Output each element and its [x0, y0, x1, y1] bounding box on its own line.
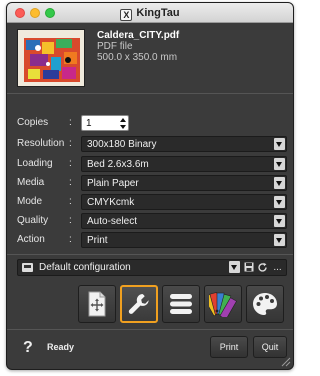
- palette-button[interactable]: [246, 285, 284, 323]
- divider: [7, 329, 293, 330]
- dropdown-arrow-icon[interactable]: [274, 138, 285, 150]
- media-value: Plain Paper: [87, 178, 139, 189]
- quality-select[interactable]: Auto-select: [81, 213, 287, 229]
- copies-stepper[interactable]: 1: [81, 115, 129, 131]
- resolution-row: Resolution : 300x180 Binary: [17, 136, 287, 153]
- app-window: X KingTau Caldera_CITY.pdf PDF file 500.…: [6, 2, 294, 370]
- loading-value: Bed 2.6x3.6m: [87, 159, 149, 170]
- loading-row: Loading : Bed 2.6x3.6m: [17, 156, 287, 173]
- resize-grip-icon[interactable]: [279, 355, 291, 367]
- media-colon: :: [69, 177, 72, 188]
- file-thumbnail: [17, 29, 85, 87]
- media-row: Media : Plain Paper: [17, 175, 287, 192]
- crop-move-button[interactable]: [78, 285, 116, 323]
- action-colon: :: [69, 234, 72, 245]
- copies-colon: :: [69, 117, 72, 128]
- list-icon: [170, 294, 192, 314]
- divider: [7, 93, 293, 94]
- crop-move-icon: [88, 291, 106, 317]
- mode-colon: :: [69, 196, 72, 207]
- configuration-value: Default configuration: [39, 262, 131, 273]
- dropdown-arrow-icon[interactable]: [274, 215, 285, 227]
- file-name: Caldera_CITY.pdf: [97, 30, 180, 41]
- palette-icon: [253, 293, 277, 315]
- loading-label: Loading: [17, 158, 53, 169]
- swatches-button[interactable]: [204, 285, 242, 323]
- media-label: Media: [17, 177, 45, 188]
- print-button[interactable]: Print: [210, 336, 248, 358]
- dropdown-arrow-icon[interactable]: [274, 177, 285, 189]
- stepper-down-icon[interactable]: [120, 125, 126, 129]
- more-options-button[interactable]: ...: [272, 262, 283, 273]
- title-bar: X KingTau: [7, 3, 293, 23]
- help-button[interactable]: ?: [23, 339, 33, 357]
- mode-label: Mode: [17, 196, 43, 207]
- dropdown-arrow-icon[interactable]: [274, 158, 285, 170]
- resolution-select[interactable]: 300x180 Binary: [81, 136, 287, 152]
- list-button[interactable]: [162, 285, 200, 323]
- file-type: PDF file: [97, 41, 133, 52]
- resolution-label: Resolution: [17, 138, 65, 149]
- stepper-up-icon[interactable]: [120, 118, 126, 122]
- copies-value: 1: [86, 118, 92, 129]
- printer-config-icon: [22, 263, 33, 272]
- dropdown-arrow-icon[interactable]: [274, 196, 285, 208]
- mode-row: Mode : CMYKcmk: [17, 194, 287, 211]
- quality-colon: :: [69, 215, 72, 226]
- media-select[interactable]: Plain Paper: [81, 175, 287, 191]
- action-row: Action : Print: [17, 232, 287, 249]
- file-meta: Caldera_CITY.pdf PDF file 500.0 x 350.0 …: [97, 30, 179, 63]
- loading-select[interactable]: Bed 2.6x3.6m: [81, 156, 287, 172]
- mode-value: CMYKcmk: [87, 197, 135, 208]
- resolution-value: 300x180 Binary: [87, 139, 157, 150]
- dropdown-arrow-icon[interactable]: [229, 261, 240, 273]
- divider: [7, 254, 293, 255]
- status-text: Ready: [47, 342, 75, 352]
- mode-select[interactable]: CMYKcmk: [81, 194, 287, 210]
- wrench-icon: [128, 294, 149, 314]
- x11-app-icon: X: [120, 9, 133, 21]
- copies-label: Copies: [17, 117, 49, 128]
- window-title: X KingTau: [7, 7, 293, 21]
- configuration-select[interactable]: Default configuration ...: [17, 259, 287, 276]
- swatches-icon: [209, 292, 237, 317]
- window-title-text: KingTau: [136, 7, 180, 19]
- copies-row: Copies : 1: [17, 115, 287, 132]
- action-label: Action: [17, 234, 45, 245]
- quality-row: Quality : Auto-select: [17, 213, 287, 230]
- save-icon[interactable]: [243, 262, 254, 273]
- refresh-icon[interactable]: [257, 262, 268, 273]
- quality-label: Quality: [17, 215, 49, 226]
- action-value: Print: [87, 235, 108, 246]
- resolution-colon: :: [69, 138, 72, 149]
- action-select[interactable]: Print: [81, 232, 287, 248]
- tools-button[interactable]: [120, 285, 158, 323]
- dropdown-arrow-icon[interactable]: [274, 234, 285, 246]
- quality-value: Auto-select: [87, 216, 138, 227]
- file-size: 500.0 x 350.0 mm: [97, 52, 178, 63]
- loading-colon: :: [69, 158, 72, 169]
- file-info: Caldera_CITY.pdf PDF file 500.0 x 350.0 …: [17, 29, 287, 87]
